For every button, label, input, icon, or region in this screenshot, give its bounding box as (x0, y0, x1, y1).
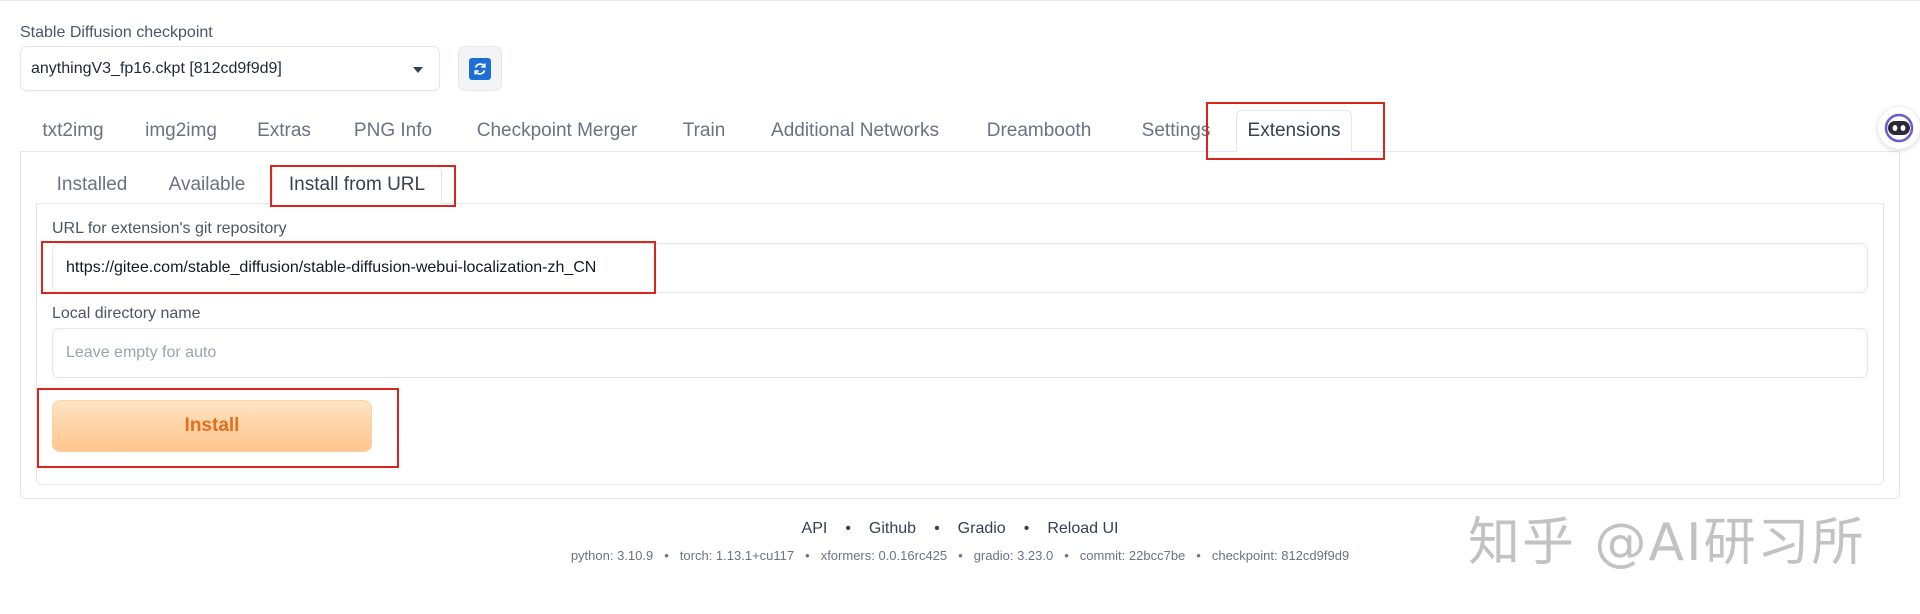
footer-separator: • (805, 548, 810, 563)
version-checkpoint: checkpoint: 812cd9f9d9 (1211, 548, 1350, 563)
checkpoint-selected-value: anythingV3_fp16.ckpt [812cd9f9d9] (31, 59, 282, 77)
checkpoint-dropdown[interactable]: anythingV3_fp16.ckpt [812cd9f9d9] (20, 46, 440, 91)
footer-separator: • (1196, 548, 1201, 563)
version-xformers: xformers: 0.0.16rc425 (820, 548, 948, 563)
footer-separator: • (1023, 520, 1030, 537)
subtab-installed[interactable]: Installed (36, 166, 148, 204)
floating-assistant-button[interactable] (1878, 107, 1920, 149)
main-tab-bar: txt2img img2img Extras PNG Info Checkpoi… (20, 110, 1900, 152)
footer-separator: • (934, 520, 940, 537)
footer-link-reload-ui[interactable]: Reload UI (1047, 520, 1118, 538)
tab-txt2img[interactable]: txt2img (20, 110, 126, 152)
url-field-wrapper (52, 243, 1868, 293)
subtab-available[interactable]: Available (148, 166, 266, 204)
tab-img2img[interactable]: img2img (126, 110, 236, 152)
directory-field-label: Local directory name (52, 305, 201, 322)
install-button[interactable]: Install (52, 400, 372, 452)
url-input[interactable] (66, 259, 1854, 277)
refresh-icon (469, 57, 491, 80)
directory-input[interactable] (66, 344, 1854, 362)
directory-field-wrapper (52, 328, 1868, 378)
footer-separator: • (1064, 548, 1069, 563)
tab-additional-networks[interactable]: Additional Networks (748, 110, 962, 152)
chevron-down-icon (413, 67, 423, 73)
tab-train[interactable]: Train (660, 110, 748, 152)
assistant-face-icon (1884, 113, 1914, 143)
tab-png-info[interactable]: PNG Info (332, 110, 454, 152)
subtab-install-from-url[interactable]: Install from URL (272, 166, 442, 204)
refresh-checkpoint-button[interactable] (458, 46, 502, 91)
url-field-label: URL for extension's git repository (52, 220, 287, 237)
footer-separator: • (664, 548, 669, 563)
tab-dreambooth[interactable]: Dreambooth (962, 110, 1116, 152)
zhihu-watermark: 知乎 @AI研习所 (1468, 513, 1866, 573)
footer-separator: • (845, 520, 851, 537)
footer-separator: • (958, 548, 963, 563)
tab-extras[interactable]: Extras (236, 110, 332, 152)
footer-link-api[interactable]: API (802, 520, 828, 538)
tab-checkpoint-merger[interactable]: Checkpoint Merger (454, 110, 660, 152)
version-gradio: gradio: 3.23.0 (973, 548, 1054, 563)
footer-link-github[interactable]: Github (869, 520, 916, 538)
top-border (0, 0, 1920, 1)
version-python: python: 3.10.9 (570, 548, 654, 563)
version-commit: commit: 22bcc7be (1079, 548, 1186, 563)
tab-extensions[interactable]: Extensions (1236, 110, 1352, 152)
version-torch: torch: 1.13.1+cu117 (679, 548, 795, 563)
tab-settings[interactable]: Settings (1116, 110, 1236, 152)
footer-link-gradio[interactable]: Gradio (958, 520, 1006, 538)
checkpoint-label: Stable Diffusion checkpoint (20, 24, 213, 41)
